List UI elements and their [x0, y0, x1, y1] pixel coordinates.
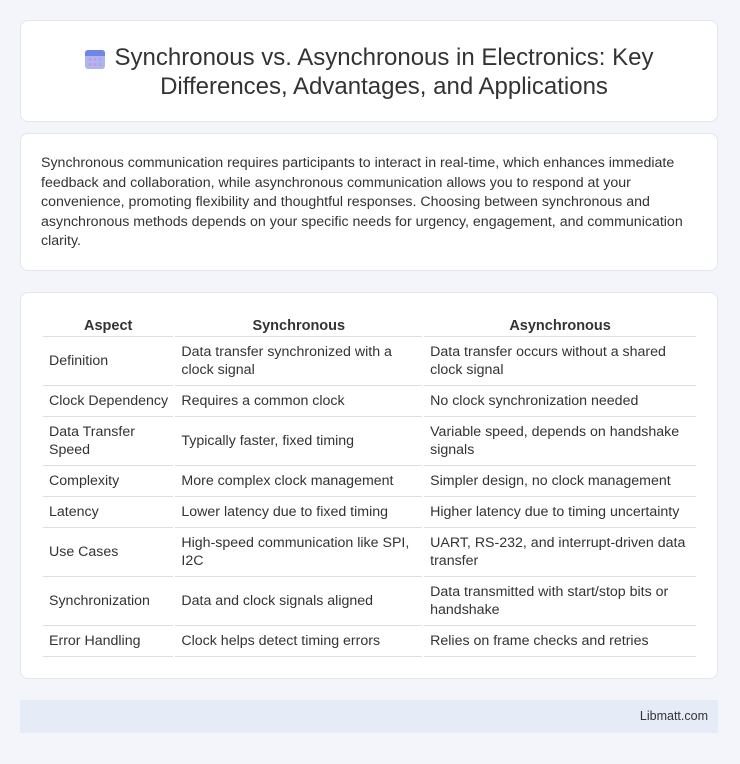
asynchronous-cell: Data transmitted with start/stop bits or…	[424, 577, 696, 626]
table-row: Definition Data transfer synchronized wi…	[43, 337, 696, 386]
synchronous-cell: Requires a common clock	[175, 386, 423, 417]
table-row: Synchronization Data and clock signals a…	[43, 577, 696, 626]
table-row: Clock Dependency Requires a common clock…	[43, 386, 696, 417]
asynchronous-cell: Simpler design, no clock management	[424, 466, 696, 497]
table-row: Latency Lower latency due to fixed timin…	[43, 497, 696, 528]
synchronous-cell: Clock helps detect timing errors	[175, 626, 423, 657]
aspect-cell: Latency	[43, 497, 174, 528]
aspect-cell: Use Cases	[43, 528, 174, 577]
aspect-cell: Error Handling	[43, 626, 174, 657]
column-header-asynchronous: Asynchronous	[424, 315, 696, 337]
title-card: Synchronous vs. Asynchronous in Electron…	[20, 20, 718, 122]
aspect-cell: Complexity	[43, 466, 174, 497]
intro-paragraph: Synchronous communication requires parti…	[41, 155, 683, 250]
calendar-icon	[85, 50, 105, 69]
asynchronous-cell: UART, RS-232, and interrupt-driven data …	[424, 528, 696, 577]
synchronous-cell: High-speed communication like SPI, I2C	[175, 528, 423, 577]
column-header-aspect: Aspect	[43, 315, 174, 337]
synchronous-cell: Data and clock signals aligned	[175, 577, 423, 626]
aspect-cell: Clock Dependency	[43, 386, 174, 417]
synchronous-cell: More complex clock management	[175, 466, 423, 497]
aspect-cell: Synchronization	[43, 577, 174, 626]
intro-card: Synchronous communication requires parti…	[20, 133, 718, 271]
table-row: Data Transfer Speed Typically faster, fi…	[43, 417, 696, 466]
asynchronous-cell: Data transfer occurs without a shared cl…	[424, 337, 696, 386]
asynchronous-cell: No clock synchronization needed	[424, 386, 696, 417]
synchronous-cell: Typically faster, fixed timing	[175, 417, 423, 466]
column-header-synchronous: Synchronous	[175, 315, 423, 337]
page-title: Synchronous vs. Asynchronous in Electron…	[114, 44, 654, 100]
table-header-row: Aspect Synchronous Asynchronous	[43, 315, 696, 337]
table-row: Use Cases High-speed communication like …	[43, 528, 696, 577]
asynchronous-cell: Relies on frame checks and retries	[424, 626, 696, 657]
asynchronous-cell: Higher latency due to timing uncertainty	[424, 497, 696, 528]
aspect-cell: Data Transfer Speed	[43, 417, 174, 466]
comparison-card: Aspect Synchronous Asynchronous Definiti…	[20, 292, 718, 679]
table-row: Error Handling Clock helps detect timing…	[43, 626, 696, 657]
synchronous-cell: Data transfer synchronized with a clock …	[175, 337, 423, 386]
table-row: Complexity More complex clock management…	[43, 466, 696, 497]
synchronous-cell: Lower latency due to fixed timing	[175, 497, 423, 528]
footer-brand-link[interactable]: Libmatt.com	[640, 709, 708, 723]
comparison-table: Aspect Synchronous Asynchronous Definiti…	[41, 315, 698, 657]
title-wrap: Synchronous vs. Asynchronous in Electron…	[21, 43, 717, 101]
footer-bar: Libmatt.com	[20, 700, 718, 733]
aspect-cell: Definition	[43, 337, 174, 386]
asynchronous-cell: Variable speed, depends on handshake sig…	[424, 417, 696, 466]
